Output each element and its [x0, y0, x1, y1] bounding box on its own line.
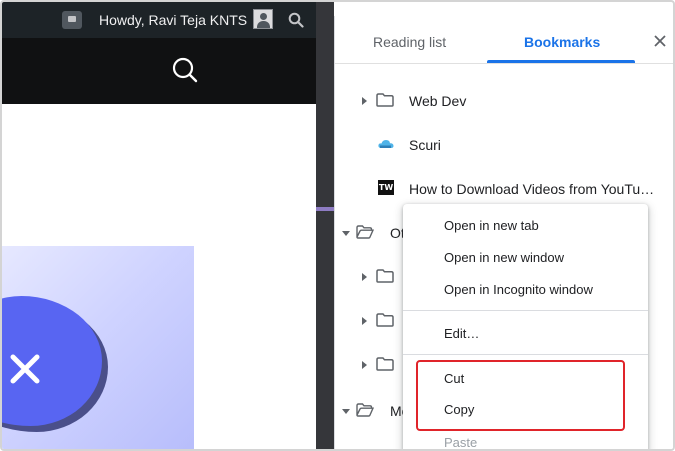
- bookmark-item[interactable]: Scuri: [335, 130, 673, 160]
- folder-open-icon: [356, 403, 374, 417]
- techwiser-favicon-icon: TW: [378, 180, 394, 195]
- featured-image: [2, 246, 194, 449]
- panel-gutter: [316, 2, 334, 449]
- collapse-caret-icon[interactable]: [342, 231, 350, 236]
- side-panel-tabs: Reading list Bookmarks: [335, 16, 673, 64]
- cloud-favicon-icon: [378, 140, 394, 148]
- collapse-caret-icon[interactable]: [342, 409, 350, 414]
- menu-item-edit[interactable]: Edit…: [444, 326, 479, 341]
- folder-icon: [376, 93, 394, 107]
- active-tab-indicator: [487, 60, 635, 63]
- wp-admin-bar: Howdy, Ravi Teja KNTS: [2, 2, 316, 38]
- resize-handle[interactable]: [316, 207, 334, 211]
- menu-item-paste: Paste: [444, 435, 478, 450]
- menu-separator: [403, 354, 648, 355]
- site-nav-bar: [2, 38, 316, 104]
- bookmark-label: Scuri: [409, 137, 441, 153]
- howdy-greeting[interactable]: Howdy, Ravi Teja KNTS: [99, 12, 247, 28]
- folder-open-icon: [356, 225, 374, 239]
- search-icon[interactable]: [288, 12, 304, 28]
- menu-separator: [403, 310, 648, 311]
- screenshot-frame: Howdy, Ravi Teja KNTS Reading list Bookm…: [0, 0, 675, 451]
- menu-item-copy[interactable]: Copy: [444, 402, 474, 417]
- menu-item-open-incognito[interactable]: Open in Incognito window: [444, 282, 593, 297]
- comments-icon[interactable]: [62, 11, 82, 29]
- folder-icon: [376, 357, 394, 371]
- bookmark-folder[interactable]: Web Dev: [335, 86, 673, 116]
- folder-icon: [376, 313, 394, 327]
- menu-item-open-new-tab[interactable]: Open in new tab: [444, 218, 539, 233]
- expand-caret-icon[interactable]: [362, 361, 367, 369]
- search-icon[interactable]: [171, 56, 199, 84]
- x-mark-icon: [10, 354, 40, 384]
- menu-item-cut[interactable]: Cut: [444, 371, 464, 386]
- avatar[interactable]: [253, 9, 273, 29]
- tab-bookmarks[interactable]: Bookmarks: [524, 34, 600, 50]
- bookmark-item[interactable]: TW How to Download Videos from YouTu…: [335, 174, 673, 204]
- bookmark-context-menu: Open in new tab Open in new window Open …: [403, 204, 648, 450]
- bookmark-label: Web Dev: [409, 93, 467, 109]
- expand-caret-icon[interactable]: [362, 273, 367, 281]
- expand-caret-icon[interactable]: [362, 97, 367, 105]
- website-view: Howdy, Ravi Teja KNTS: [2, 2, 316, 449]
- tab-reading-list[interactable]: Reading list: [373, 34, 446, 50]
- menu-item-open-new-window[interactable]: Open in new window: [444, 250, 564, 265]
- bookmark-label: How to Download Videos from YouTu…: [409, 181, 655, 197]
- folder-icon: [376, 269, 394, 283]
- close-icon[interactable]: [653, 34, 667, 48]
- expand-caret-icon[interactable]: [362, 317, 367, 325]
